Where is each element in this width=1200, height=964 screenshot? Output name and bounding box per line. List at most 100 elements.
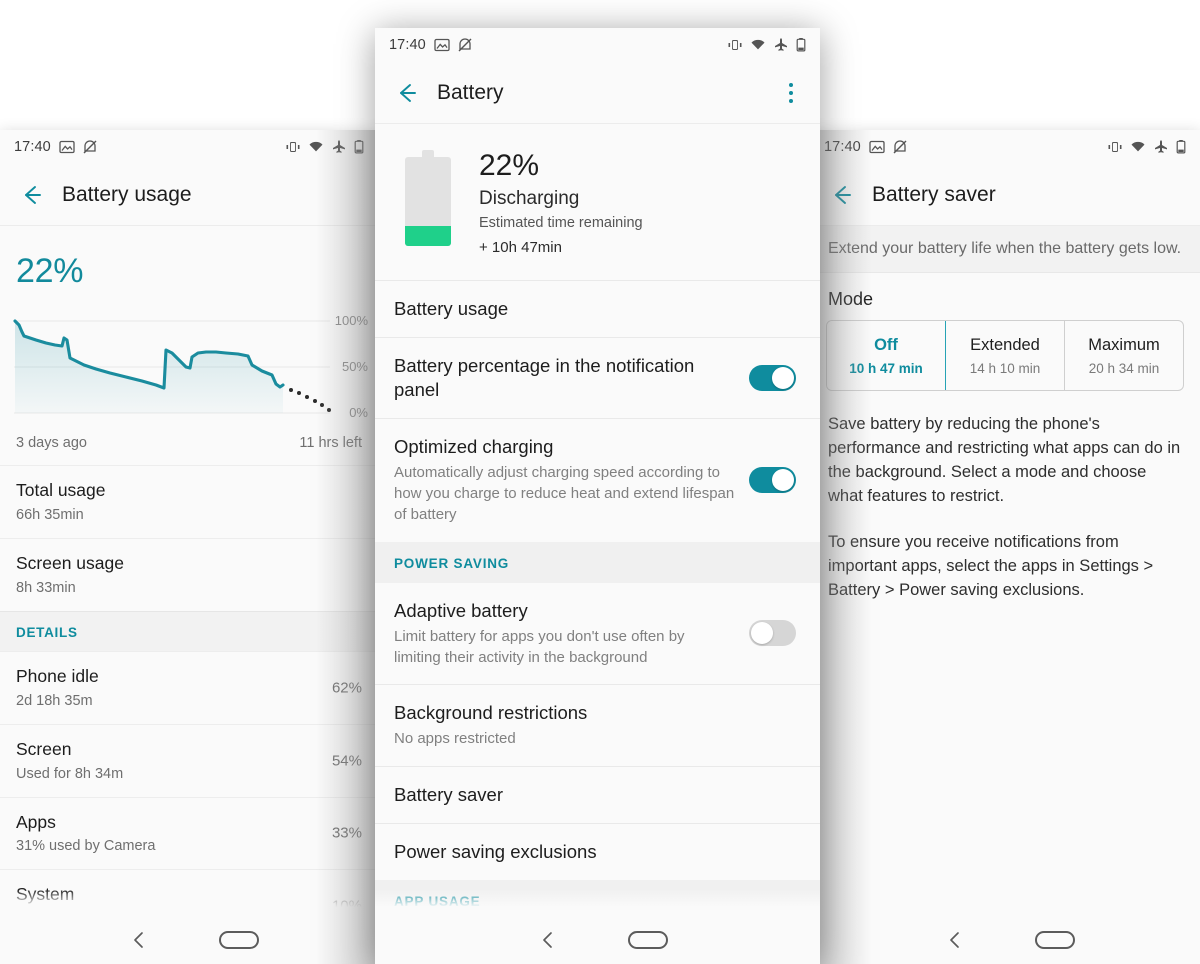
estimate-value: + 10h 47min bbox=[479, 238, 562, 256]
list-item-sub: 8h 33min bbox=[16, 579, 76, 596]
list-item-phone-idle[interactable]: Phone idle 2d 18h 35m 62% bbox=[0, 650, 378, 724]
toggle-adaptive-battery[interactable] bbox=[749, 620, 796, 647]
setting-row-adaptive-battery[interactable]: Adaptive battery Limit battery for apps … bbox=[375, 582, 820, 685]
chart-axis-0: 0% bbox=[349, 405, 368, 420]
app-bar-battery: Battery bbox=[375, 62, 820, 124]
vibrate-icon bbox=[1107, 139, 1123, 155]
overflow-menu-icon[interactable] bbox=[780, 80, 802, 106]
battery-level-icon bbox=[405, 150, 451, 246]
setting-title: Background restrictions bbox=[394, 702, 588, 724]
alarm-off-icon bbox=[457, 37, 473, 53]
mode-option-time: 20 h 34 min bbox=[1088, 361, 1160, 376]
setting-title: Power saving exclusions bbox=[394, 840, 597, 862]
list-item-screen-usage[interactable]: Screen usage 8h 33min bbox=[0, 537, 378, 611]
navigation-bar-left bbox=[0, 915, 378, 964]
phone-screen-battery: 17:40 Battery 22% Discharging Estimated … bbox=[375, 28, 820, 964]
setting-row-background-restrictions[interactable]: Background restrictions No apps restrict… bbox=[375, 684, 820, 766]
status-bar-time: 17:40 bbox=[389, 37, 426, 53]
nav-back-icon[interactable] bbox=[89, 930, 189, 950]
section-header-details: DETAILS bbox=[0, 610, 378, 651]
chart-footer: 3 days ago 11 hrs left bbox=[0, 427, 378, 465]
status-bar-time: 17:40 bbox=[14, 139, 51, 155]
setting-row-optimized-charging[interactable]: Optimized charging Automatically adjust … bbox=[375, 417, 820, 542]
setting-row-battery-saver[interactable]: Battery saver bbox=[375, 765, 820, 823]
nav-home-icon[interactable] bbox=[189, 930, 289, 949]
nav-back-icon[interactable] bbox=[905, 930, 1005, 950]
battery-hero: 22% Discharging Estimated time remaining… bbox=[375, 124, 820, 280]
setting-row-battery-percentage[interactable]: Battery percentage in the notification p… bbox=[375, 336, 820, 418]
battery-icon bbox=[354, 139, 364, 155]
toggle-optimized-charging[interactable] bbox=[749, 467, 796, 494]
battery-saver-description: Save battery by reducing the phone's per… bbox=[810, 391, 1200, 602]
screenshot-icon bbox=[59, 139, 75, 155]
setting-row-battery-usage[interactable]: Battery usage bbox=[375, 279, 820, 337]
back-arrow-icon[interactable] bbox=[828, 182, 854, 208]
battery-icon bbox=[1176, 139, 1186, 155]
app-bar-battery-usage: Battery usage bbox=[0, 164, 378, 226]
nav-back-icon[interactable] bbox=[498, 930, 598, 950]
alarm-off-icon bbox=[892, 139, 908, 155]
battery-saver-intro: Extend your battery life when the batter… bbox=[810, 226, 1200, 273]
wifi-icon bbox=[750, 37, 766, 53]
battery-state: Discharging bbox=[479, 187, 580, 209]
screenshot-stage: 17:40 Battery usage 22% 100% 50% 0% 3 da… bbox=[0, 0, 1200, 964]
status-bar-time: 17:40 bbox=[824, 139, 861, 155]
setting-subtitle: No apps restricted bbox=[394, 730, 516, 748]
setting-subtitle: Limit battery for apps you don't use oft… bbox=[394, 627, 685, 666]
list-item-title: Apps bbox=[16, 811, 56, 832]
section-header-power-saving: POWER SAVING bbox=[375, 541, 820, 583]
airplane-mode-icon bbox=[331, 139, 347, 155]
mode-option-maximum[interactable]: Maximum 20 h 34 min bbox=[1065, 321, 1183, 390]
screenshot-icon bbox=[869, 139, 885, 155]
mode-option-name: Extended bbox=[970, 336, 1040, 354]
mode-option-extended[interactable]: Extended 14 h 10 min bbox=[946, 321, 1065, 390]
mode-label: Mode bbox=[828, 289, 874, 309]
mode-option-time: 14 h 10 min bbox=[969, 361, 1041, 376]
setting-title: Battery percentage in the notification p… bbox=[394, 354, 695, 400]
back-arrow-icon[interactable] bbox=[18, 182, 44, 208]
chart-range-end: 11 hrs left bbox=[299, 435, 362, 451]
description-paragraph-2: To ensure you receive notifications from… bbox=[828, 532, 1154, 599]
mode-option-time: 10 h 47 min bbox=[849, 361, 923, 376]
mode-option-name: Off bbox=[874, 336, 898, 354]
list-item-title: Screen bbox=[16, 738, 72, 759]
list-item-total-usage[interactable]: Total usage 66h 35min bbox=[0, 465, 378, 538]
setting-subtitle: Automatically adjust charging speed acco… bbox=[394, 463, 735, 524]
list-item-percent: 54% bbox=[331, 752, 362, 770]
status-bar-center: 17:40 bbox=[375, 28, 820, 62]
status-bar-right: 17:40 bbox=[810, 130, 1200, 164]
wifi-icon bbox=[308, 139, 324, 155]
battery-icon bbox=[796, 37, 806, 53]
list-item-screen[interactable]: Screen Used for 8h 34m 54% bbox=[0, 723, 378, 797]
list-item-sub: 31% used by Camera bbox=[16, 838, 156, 855]
screenshot-icon bbox=[434, 37, 450, 53]
list-item-title: Screen usage bbox=[16, 552, 124, 573]
nav-home-icon[interactable] bbox=[598, 930, 698, 949]
toggle-battery-percentage[interactable] bbox=[749, 364, 796, 391]
back-arrow-icon[interactable] bbox=[393, 80, 419, 106]
vibrate-icon bbox=[727, 37, 743, 53]
page-title-center: Battery bbox=[437, 80, 504, 104]
list-item-apps[interactable]: Apps 31% used by Camera 33% bbox=[0, 796, 378, 870]
nav-home-icon[interactable] bbox=[1005, 930, 1105, 949]
alarm-off-icon bbox=[82, 139, 98, 155]
setting-row-power-saving-exclusions[interactable]: Power saving exclusions bbox=[375, 822, 820, 880]
wifi-icon bbox=[1130, 139, 1146, 155]
mode-option-name: Maximum bbox=[1088, 336, 1160, 354]
list-item-sub: 66h 35min bbox=[16, 506, 84, 523]
list-item-sub: Used for 8h 34m bbox=[16, 765, 124, 782]
description-paragraph-1: Save battery by reducing the phone's per… bbox=[828, 415, 1181, 505]
airplane-mode-icon bbox=[773, 37, 789, 53]
phone-screen-battery-usage: 17:40 Battery usage 22% 100% 50% 0% 3 da… bbox=[0, 130, 378, 964]
page-title-left: Battery usage bbox=[62, 182, 192, 206]
phone-screen-battery-saver: 17:40 Battery saver Extend your battery … bbox=[810, 130, 1200, 964]
list-item-title: System bbox=[16, 884, 75, 905]
mode-selector: Off 10 h 47 min Extended 14 h 10 min Max… bbox=[826, 320, 1184, 391]
setting-title: Optimized charging bbox=[394, 435, 554, 457]
mode-option-off[interactable]: Off 10 h 47 min bbox=[827, 321, 946, 390]
navigation-bar-center bbox=[375, 915, 820, 964]
chart-range-start: 3 days ago bbox=[16, 435, 87, 451]
list-item-sub: 2d 18h 35m bbox=[16, 692, 93, 709]
airplane-mode-icon bbox=[1153, 139, 1169, 155]
page-title-right: Battery saver bbox=[872, 182, 996, 206]
